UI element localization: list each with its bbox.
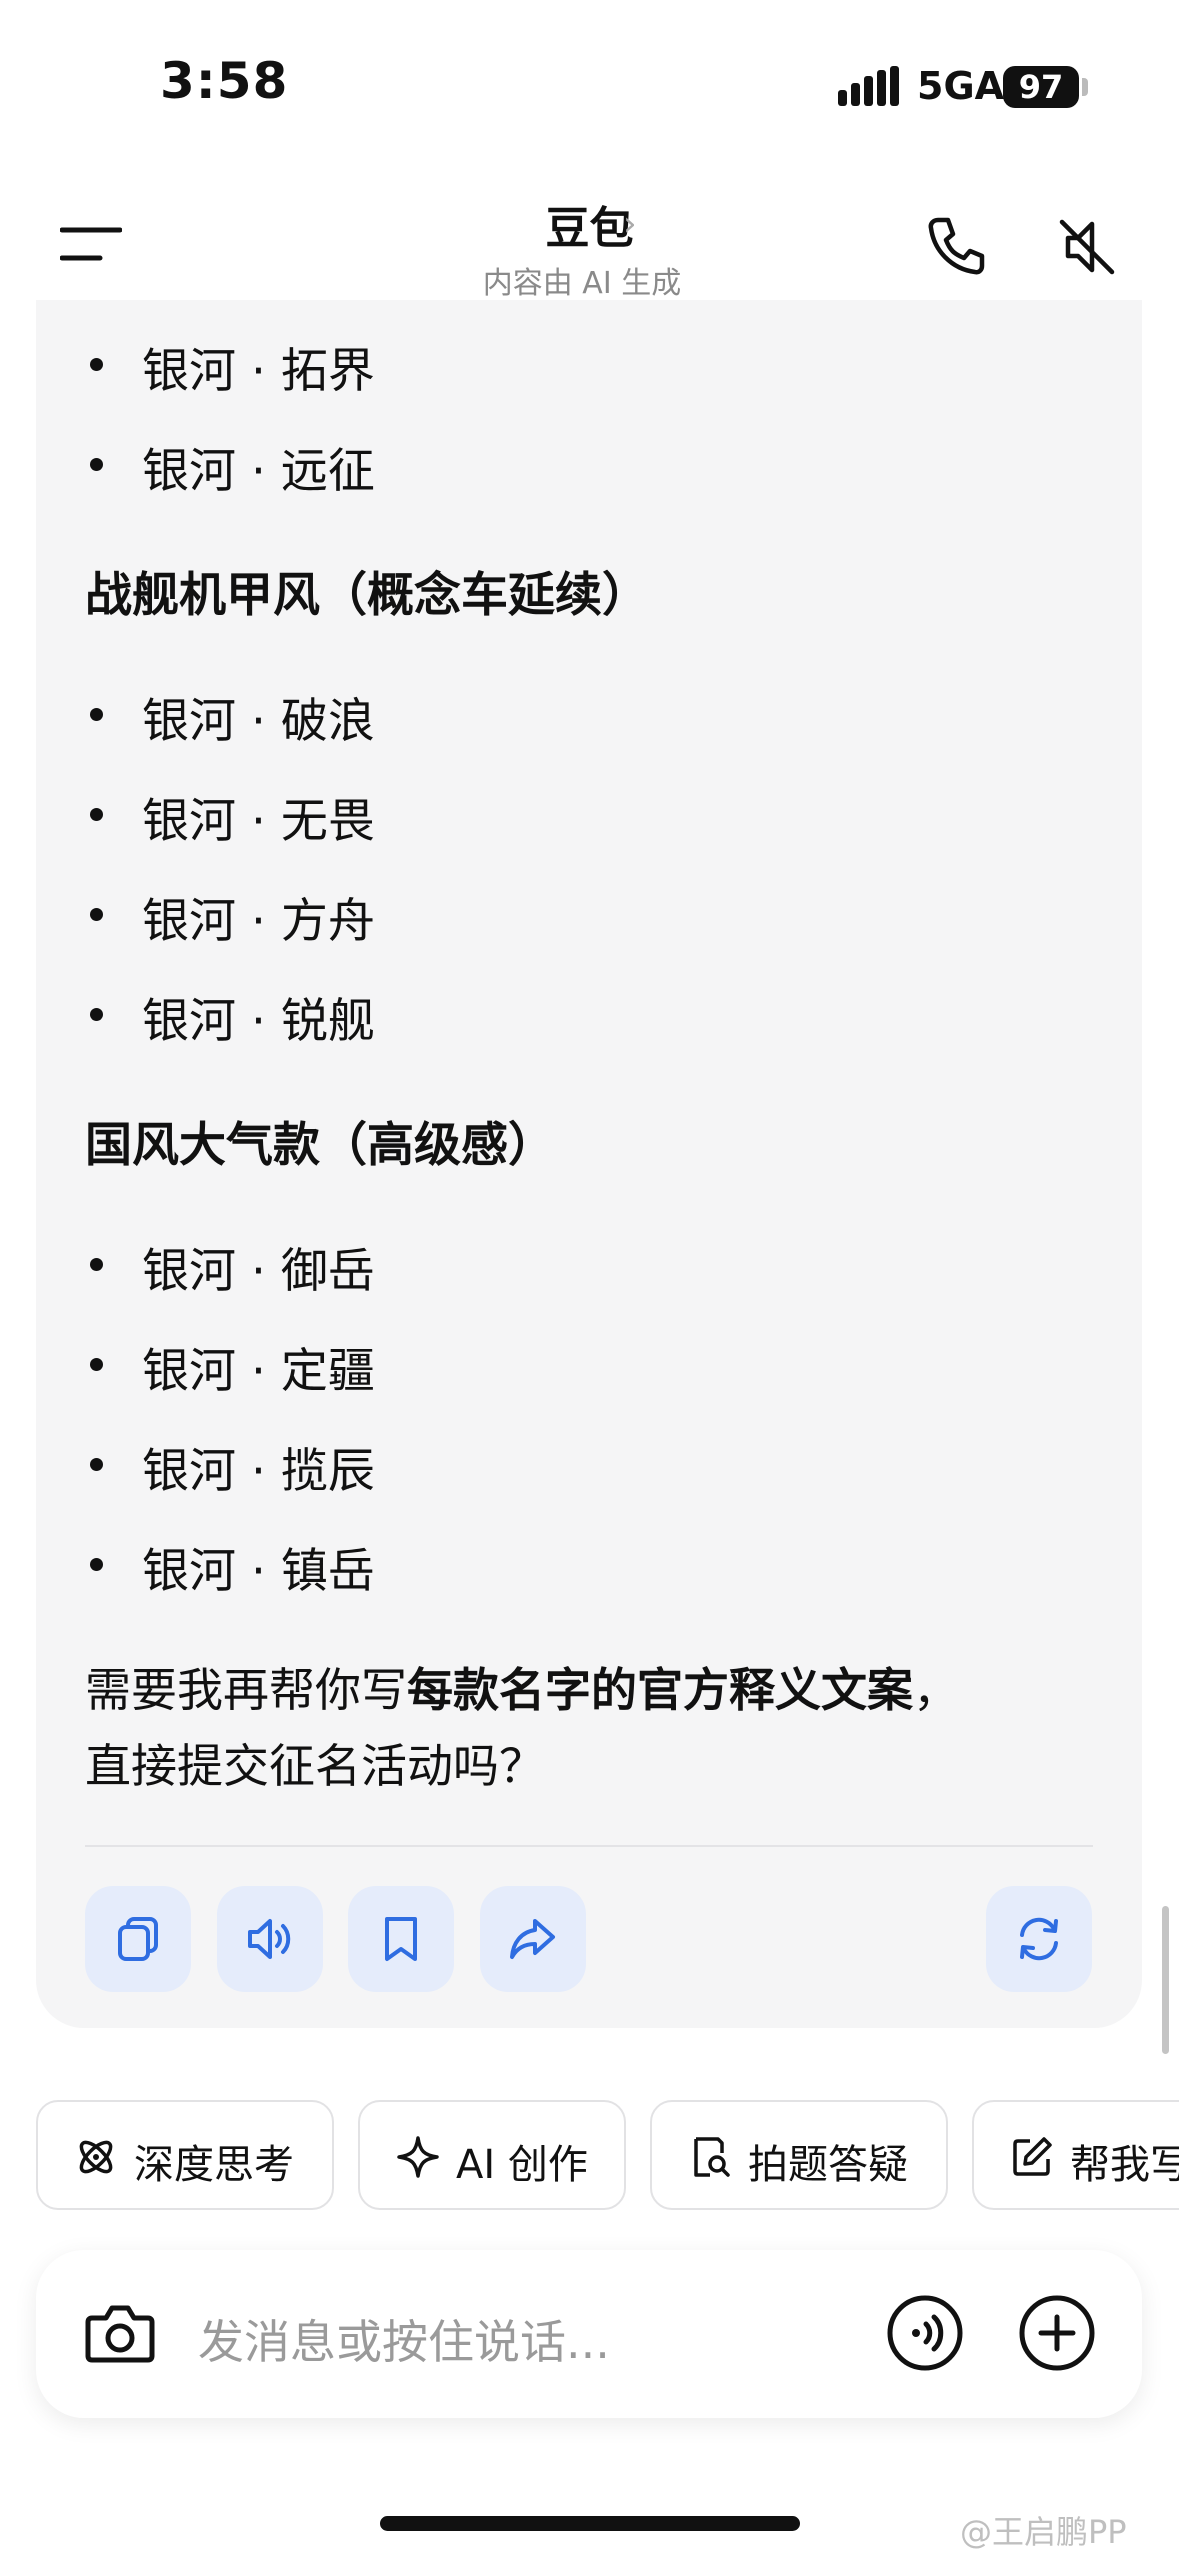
network-label: 5GA <box>917 64 1005 108</box>
bullet <box>90 358 103 371</box>
share-icon <box>510 1919 555 1959</box>
bullet <box>90 1458 103 1471</box>
bookmark-button[interactable] <box>348 1886 454 1992</box>
chip-photo-qa[interactable]: 拍题答疑 <box>650 2100 948 2210</box>
phone-icon[interactable] <box>924 214 988 278</box>
list-item: 银河 · 拓界 <box>142 344 375 399</box>
list-item: 银河 · 无畏 <box>142 794 375 849</box>
bullet <box>90 708 103 721</box>
closing-paragraph: 需要我再帮你写每款名字的官方释义文案， 直接提交征名活动吗？ <box>85 1652 959 1804</box>
bot-title[interactable]: 豆包 <box>546 203 634 254</box>
sparkle-icon <box>397 2136 439 2178</box>
document-search-icon <box>694 2137 730 2177</box>
camera-icon[interactable] <box>84 2300 156 2366</box>
list-item: 银河 · 定疆 <box>142 1344 375 1399</box>
section-heading: 国风大气款（高级感） <box>85 1118 555 1173</box>
battery-indicator: 97 <box>1003 66 1079 108</box>
regenerate-icon <box>1020 1917 1058 1961</box>
read-aloud-button[interactable] <box>217 1886 323 1992</box>
chip-deep-thinking[interactable]: 深度思考 <box>36 2100 334 2210</box>
chip-ai-creation[interactable]: AI 创作 <box>358 2100 626 2210</box>
list-item: 银河 · 镇岳 <box>142 1544 375 1599</box>
plus-icon[interactable] <box>1018 2294 1096 2372</box>
share-button[interactable] <box>480 1886 586 1992</box>
bullet <box>90 1008 103 1021</box>
closing-text: 需要我再帮你写 <box>85 1663 407 1717</box>
speaker-icon <box>248 1919 291 1959</box>
chevron-right-icon[interactable]: › <box>623 204 637 244</box>
divider <box>85 1845 1093 1847</box>
bullet <box>90 458 103 471</box>
copy-icon <box>118 1917 158 1961</box>
chip-help-write[interactable]: 帮我写 <box>972 2100 1179 2210</box>
message-input-bar: 发消息或按住说话... <box>36 2250 1142 2418</box>
speaker-mute-icon[interactable] <box>1054 214 1120 280</box>
voice-call-icon[interactable] <box>886 2294 964 2372</box>
home-indicator[interactable] <box>380 2516 800 2531</box>
bookmark-icon <box>385 1917 417 1961</box>
title-wrap[interactable]: 豆包 <box>0 192 1179 256</box>
section-heading: 战舰机甲风（概念车延续） <box>85 568 649 623</box>
regenerate-button[interactable] <box>986 1886 1092 1992</box>
bullet <box>90 1558 103 1571</box>
closing-emphasis: 每款名字的官方释义文案 <box>407 1663 913 1717</box>
closing-punct: ， <box>913 1663 959 1717</box>
edit-icon <box>1013 2137 1052 2176</box>
atom-icon <box>79 2140 113 2174</box>
status-bar: 3:58 5GA 97 <box>0 0 1179 170</box>
bullet <box>90 908 103 921</box>
closing-line2: 直接提交征名活动吗？ <box>85 1739 545 1793</box>
quick-action-chips: 深度思考 AI 创作 拍题答疑 帮我写 <box>0 2100 1179 2218</box>
scrollbar[interactable] <box>1162 1906 1169 2054</box>
watermark: @王启鹏PP <box>960 2513 1127 2551</box>
copy-button[interactable] <box>85 1886 191 1992</box>
signal-icon <box>838 66 899 106</box>
chip-label: 深度思考 <box>134 2142 294 2188</box>
bullet <box>90 1358 103 1371</box>
battery-cap <box>1082 78 1088 96</box>
message-input[interactable]: 发消息或按住说话... <box>198 2306 610 2372</box>
list-item: 银河 · 远征 <box>142 444 375 499</box>
chip-label: 帮我写 <box>1070 2142 1179 2188</box>
list-item: 银河 · 御岳 <box>142 1244 375 1299</box>
bullet <box>90 808 103 821</box>
chip-label: 拍题答疑 <box>748 2142 908 2188</box>
list-item: 银河 · 揽辰 <box>142 1444 375 1499</box>
list-item: 银河 · 锐舰 <box>142 994 375 1049</box>
bullet <box>90 1258 103 1271</box>
ai-generated-note: 内容由 AI 生成 <box>482 266 682 301</box>
chat-header: 豆包 › 内容由 AI 生成 <box>0 170 1179 310</box>
list-item: 银河 · 破浪 <box>142 694 375 749</box>
chip-label: AI 创作 <box>456 2142 588 2188</box>
list-item: 银河 · 方舟 <box>142 894 375 949</box>
status-time: 3:58 <box>160 52 289 110</box>
